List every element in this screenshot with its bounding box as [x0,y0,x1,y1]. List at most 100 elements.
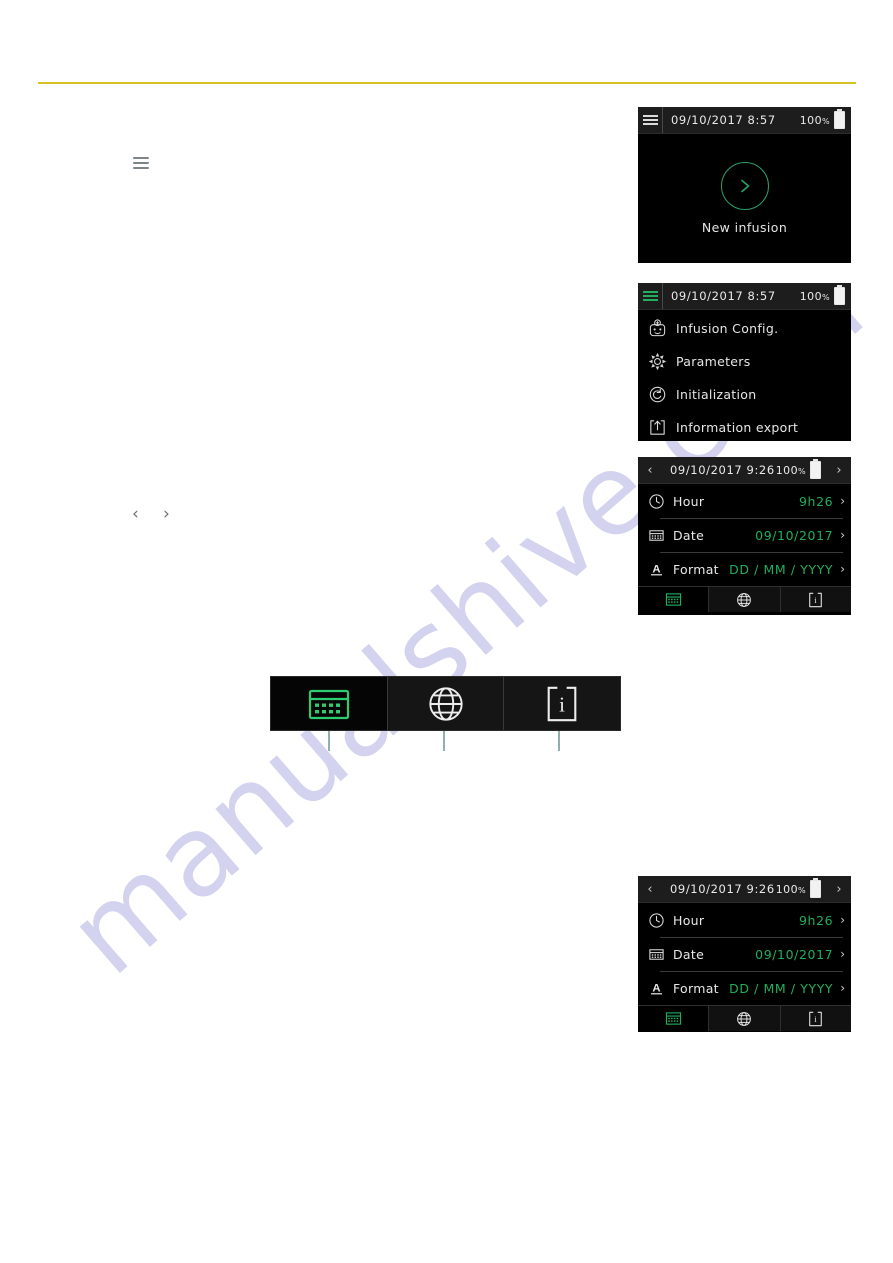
svg-text:A: A [652,982,660,994]
battery-full-icon [810,878,821,898]
svg-text:i: i [815,1014,818,1024]
clock-icon [646,910,666,930]
info-page-icon: i [809,592,823,607]
statusbar-datetime: 09/10/2017 9:26 [670,882,775,896]
tab-info[interactable]: i [503,677,621,730]
settings-row-value: 09/10/2017 [755,946,834,962]
tab-date[interactable] [638,587,709,612]
device-screen-menu: 09/10/2017 8:57 100% Infusion Config. Pa… [638,283,851,441]
chevron-right-icon: › [840,562,845,576]
gear-icon [646,351,668,373]
hamburger-icon-green [642,291,658,301]
menu-item-label: Parameters [676,354,751,369]
menu-item-infusion-config[interactable]: Infusion Config. [638,312,851,345]
chevron-left-icon: ‹ [647,462,653,478]
info-page-icon: i [809,1011,823,1026]
settings-row-hour[interactable]: Hour 9h26 › [638,903,851,937]
statusbar-datetime: 09/10/2017 9:26 [670,463,775,477]
tab-info[interactable]: i [779,587,851,612]
device-screen-date-settings-upper: ‹ 09/10/2017 9:26 100% › Hour 9h26 › Dat… [638,457,851,615]
settings-row-format[interactable]: A Format DD / MM / YYYY › [638,971,851,1005]
statusbar-datetime: 09/10/2017 8:57 [671,289,776,303]
forward-button[interactable]: › [827,464,851,477]
tab-language[interactable] [708,587,780,612]
svg-text:A: A [652,563,660,575]
calendar-icon [665,593,681,606]
battery-percent-label: 100% [800,290,834,303]
back-button[interactable]: ‹ [638,464,662,477]
chevron-right-icon: › [840,913,845,927]
play-chevron-icon [740,179,749,193]
settings-row-format[interactable]: A Format DD / MM / YYYY › [638,552,851,586]
export-upload-icon [646,417,668,439]
statusbar-menu: 09/10/2017 8:57 100% [638,283,851,310]
chevron-right-icon: › [163,504,170,524]
statusbar-menu-button[interactable] [638,291,662,301]
settings-row-label: Date [673,946,705,962]
battery-percent-unit: % [797,885,806,895]
settings-row-hour[interactable]: Hour 9h26 › [638,484,851,518]
battery-full-icon [834,285,845,305]
device-screen-date-settings-lower: ‹ 09/10/2017 9:26 100% › Hour 9h26 › Dat… [638,876,851,1032]
settings-row-label: Hour [673,493,705,509]
chevron-left-icon: ‹ [132,504,139,524]
settings-tabbar: i [638,586,851,612]
menu-item-initialization[interactable]: Initialization [638,378,851,411]
tab-info[interactable]: i [779,1006,851,1031]
chevron-right-icon: › [840,947,845,961]
menu-item-information-export[interactable]: Information export [638,411,851,441]
home-body: New infusion [638,134,851,263]
calendar-icon [308,689,349,719]
font-a-icon: A [646,978,666,998]
tab-language[interactable] [386,677,504,730]
settings-row-value: 9h26 [799,493,834,509]
battery-percent-label: 100% [776,464,810,477]
forward-button[interactable]: › [827,883,851,896]
tab-date[interactable] [271,677,387,730]
new-infusion-button[interactable] [720,162,769,210]
svg-text:i: i [559,692,565,716]
battery-full-icon [810,459,821,479]
settings-row-label: Hour [673,912,705,928]
statusbar-date-settings: ‹ 09/10/2017 9:26 100% › [638,876,851,903]
callout-leader-line-language [443,731,445,751]
settings-row-value: 09/10/2017 [755,527,834,543]
svg-text:i: i [815,595,818,605]
settings-row-value: DD / MM / YYYY [729,980,834,996]
calendar-icon [646,944,666,964]
settings-tabbar: i [638,1005,851,1031]
hamburger-icon [642,115,658,125]
menu-item-label: Infusion Config. [676,321,779,336]
menu-item-parameters[interactable]: Parameters [638,345,851,378]
settings-row-value: 9h26 [799,912,834,928]
statusbar-date-settings: ‹ 09/10/2017 9:26 100% › [638,457,851,484]
infusion-pump-icon [646,318,668,340]
globe-icon [737,1011,752,1026]
tab-date[interactable] [638,1006,709,1031]
statusbar-menu-button[interactable] [638,115,662,125]
globe-icon [428,686,463,721]
chevron-right-icon: › [840,981,845,995]
settings-row-label: Format [673,980,719,996]
back-button[interactable]: ‹ [638,883,662,896]
calendar-icon [665,1012,681,1025]
settings-row-date[interactable]: Date 09/10/2017 › [638,518,851,552]
battery-percent-value: 100 [775,463,798,477]
chevron-right-icon: › [840,494,845,508]
chevron-right-icon: › [836,462,842,478]
battery-percent-value: 100 [775,882,798,896]
battery-percent-unit: % [821,116,830,126]
settings-row-label: Format [673,561,719,577]
chevron-right-icon: › [840,528,845,542]
chevron-right-icon: › [836,881,842,897]
reset-circular-arrow-icon [646,384,668,406]
info-page-icon: i [547,686,577,721]
settings-row-date[interactable]: Date 09/10/2017 › [638,937,851,971]
font-a-icon: A [646,559,666,579]
settings-row-value: DD / MM / YYYY [729,561,834,577]
callout-leader-line-date [328,731,330,751]
tab-language[interactable] [708,1006,780,1031]
menu-item-label: Information export [676,420,799,435]
callout-leader-line-info [558,731,560,751]
settings-list: Hour 9h26 › Date 09/10/2017 › A Format D… [638,903,851,1005]
